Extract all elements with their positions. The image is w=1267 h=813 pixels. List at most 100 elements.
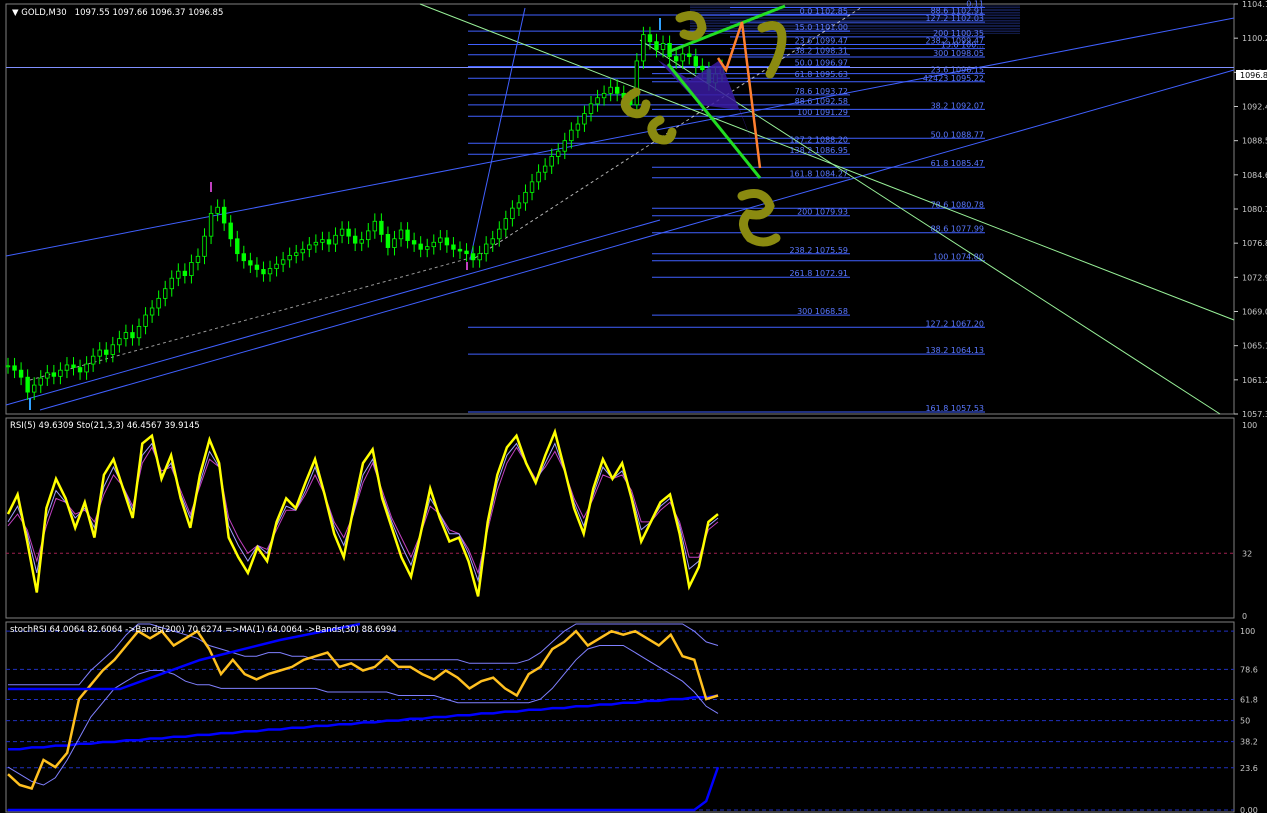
fib-level-label: 61.8 1085.47 <box>931 159 984 168</box>
candle-body <box>294 252 299 256</box>
candle-body <box>307 244 312 250</box>
fib-level-label: 42423 1095.22 <box>923 74 984 83</box>
fib-level-label: 261.8 1072.91 <box>789 269 848 278</box>
symbol-label: GOLD,M30 <box>21 8 66 18</box>
candle-body <box>300 248 305 254</box>
candle-body <box>117 338 122 346</box>
candle-body <box>84 363 89 373</box>
current-price-label: 1096.85 <box>1240 71 1267 80</box>
handwritten-mark <box>737 189 781 247</box>
price-tick-label: 1092.4 <box>1242 103 1267 112</box>
fib-level-label: 300 1068.58 <box>797 307 848 316</box>
candle-body <box>215 206 220 214</box>
rsi-tick-label: 0 <box>1242 612 1247 621</box>
candle-body <box>221 206 227 224</box>
price-tick-label: 1080.7 <box>1242 205 1267 214</box>
trend-line <box>39 69 1235 411</box>
candle-body <box>333 234 338 245</box>
stoch-tick-label: 50 <box>1240 717 1250 726</box>
fib-level-label: 300 1098.05 <box>933 49 984 58</box>
candle-body <box>641 34 646 62</box>
chart-title: ▼ GOLD,M30 1097.55 1097.66 1096.37 1096.8… <box>12 8 223 18</box>
candle-body <box>425 246 430 250</box>
candle-body <box>595 97 600 105</box>
candle-body <box>12 365 17 371</box>
price-tick-label: 1088.5 <box>1242 137 1267 146</box>
candle-body <box>143 314 148 327</box>
candle-body <box>359 239 364 244</box>
candle-body <box>280 259 286 265</box>
candle-body <box>136 325 142 339</box>
stoch-tick-label: 61.8 <box>1240 695 1258 704</box>
candle-body <box>5 365 11 368</box>
candle-body <box>451 244 456 250</box>
stoch-lines <box>7 622 720 812</box>
candle-body <box>189 262 194 276</box>
fib-level-label: 38.2 1092.07 <box>931 101 984 110</box>
fib-level-label: 61.8 1095.63 <box>795 70 848 79</box>
fib-level-label: 100 1091.29 <box>797 108 848 117</box>
candle-body <box>352 235 358 244</box>
price-tick-label: 1084.6 <box>1242 171 1267 180</box>
candle-body <box>208 212 214 237</box>
rsi-tick-label: 100 <box>1242 421 1257 430</box>
candle-body <box>71 364 76 368</box>
fib-level-label: 78.6 1080.78 <box>931 200 984 209</box>
rsi-series-line <box>6 427 719 597</box>
fib-level-label: 127.2 1088.20 <box>789 135 848 144</box>
candle-body <box>562 140 567 152</box>
candle-body <box>608 86 613 94</box>
trend-line <box>5 17 1235 257</box>
candle-body <box>241 253 247 262</box>
candle-body <box>470 253 476 261</box>
trend-line <box>5 219 661 406</box>
candle-body <box>582 113 587 125</box>
candle-body <box>339 228 345 236</box>
candle-body <box>313 241 319 246</box>
candle-body <box>483 243 489 255</box>
price-tick-label: 1076.8 <box>1242 239 1267 248</box>
stoch-panel[interactable] <box>5 621 1235 813</box>
price-tick-label: 1057.3 <box>1242 410 1267 419</box>
candle-body <box>693 56 698 67</box>
candle-body <box>457 248 463 252</box>
candle-body <box>267 268 273 275</box>
rsi-tick-label: 32 <box>1242 549 1252 558</box>
fib-level-label: 161.8 1057.53 <box>925 404 984 413</box>
fib-level-label: 88.6 1092.58 <box>795 97 848 106</box>
candle-body <box>385 234 391 248</box>
fib-level-label: 200 1079.93 <box>797 208 848 217</box>
trading-chart[interactable]: 0.0 1102.8515.0 1101.0023.6 1099.4738.2 … <box>0 0 1267 813</box>
candle-body <box>346 228 351 237</box>
candle-body <box>169 277 174 290</box>
fib-level-label: 161.8 1084.27 <box>789 170 848 179</box>
handwritten-mark <box>647 115 677 145</box>
stoch-axis: 100 78.6 61.8 50 38.2 23.6 0.00 <box>1240 627 1258 813</box>
fib-level-label: 78.6 1093.72 <box>795 87 848 96</box>
candle-body <box>418 243 423 250</box>
dropdown-triangle-icon[interactable]: ▼ <box>12 8 21 18</box>
candle-body <box>529 181 535 193</box>
candle-body <box>503 218 509 230</box>
candlesticks <box>5 26 725 400</box>
candle-body <box>680 53 685 62</box>
candle-body <box>634 60 640 106</box>
candle-body <box>149 307 155 316</box>
fib-level-label: 15.0 1101.00 <box>795 23 848 32</box>
price-tick-label: 1065.1 <box>1242 342 1267 351</box>
candle-body <box>536 171 541 183</box>
trend-line <box>469 7 526 261</box>
candle-body <box>497 228 502 240</box>
candle-body <box>320 239 325 243</box>
candle-body <box>647 34 653 43</box>
candle-body <box>614 86 620 94</box>
candle-body <box>235 238 240 255</box>
candle-body <box>18 369 24 378</box>
candle-body <box>379 220 384 235</box>
fib-level-label: 127.2 1067.20 <box>925 319 984 328</box>
candle-body <box>51 372 57 377</box>
candle-body <box>523 191 528 204</box>
candle-body <box>372 220 378 232</box>
candle-body <box>64 364 70 371</box>
candle-body <box>654 41 659 50</box>
